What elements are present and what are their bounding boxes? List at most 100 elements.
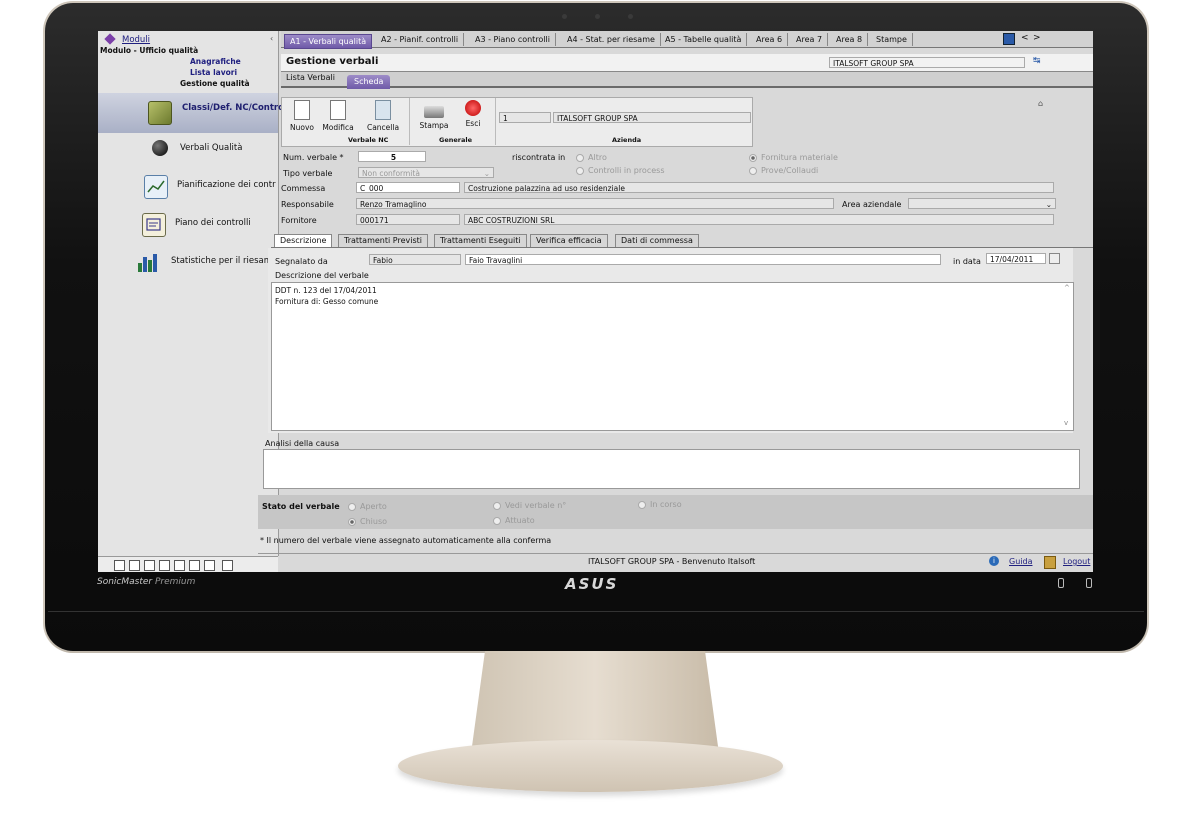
camera-dot: [562, 14, 567, 19]
exit-button[interactable]: Esci: [455, 100, 491, 128]
help-icon: i: [989, 556, 999, 566]
new-button[interactable]: Nuovo: [284, 100, 320, 132]
sidebar-item-label: Verbali Qualità: [180, 143, 243, 153]
sidebar-link-lista-lavori[interactable]: Lista lavori: [190, 68, 237, 77]
trash-icon: [375, 100, 391, 120]
divider: [409, 98, 410, 145]
radio-attuato[interactable]: Attuato: [493, 516, 535, 525]
tab-verifica-efficacia[interactable]: Verifica efficacia: [530, 234, 608, 247]
sidebar-section: Gestione qualità: [180, 79, 250, 88]
tab-a4[interactable]: A4 - Stat. per riesame: [562, 33, 661, 46]
sidebar-title[interactable]: Moduli: [122, 35, 150, 45]
divider: [495, 98, 496, 145]
radio-in-corso[interactable]: In corso: [638, 500, 682, 509]
radio-icon: [576, 153, 584, 162]
calendar-icon[interactable]: [1049, 253, 1060, 264]
taskbar-slot[interactable]: [204, 560, 215, 571]
tab-descrizione[interactable]: Descrizione: [274, 234, 333, 247]
sidebar-item-pianificazione[interactable]: Pianificazione dei contr: [98, 171, 278, 207]
save-icon[interactable]: [1003, 33, 1015, 45]
tab-dati-commessa[interactable]: Dati di commessa: [615, 234, 699, 247]
taskbar-slot[interactable]: [159, 560, 170, 571]
commessa-label: Commessa: [281, 184, 326, 193]
tab-trattamenti-eseguiti[interactable]: Trattamenti Eseguiti: [434, 234, 527, 247]
azienda-code-field[interactable]: 1: [499, 112, 551, 123]
view-tabs: Lista Verbali Scheda: [281, 72, 1093, 89]
page-header: Gestione verbali ITALSOFT GROUP SPA ↹: [281, 54, 1093, 72]
radio-icon: [638, 500, 646, 509]
collapse-ribbon-icon[interactable]: ⌂: [1038, 99, 1043, 108]
logout-link[interactable]: Logout: [1063, 557, 1090, 566]
nav-next-button[interactable]: >: [1033, 33, 1041, 43]
radio-vedi-verbale[interactable]: Vedi verbale n°: [493, 501, 566, 510]
sensor-icon: [1086, 578, 1092, 588]
azienda-name-field[interactable]: ITALSOFT GROUP SPA: [553, 112, 751, 123]
radio-altro[interactable]: Altro: [576, 153, 607, 162]
tab-trattamenti-previsti[interactable]: Trattamenti Previsti: [338, 234, 428, 247]
sidebar-item-label: Pianificazione dei contr: [177, 180, 276, 190]
status-bar: ITALSOFT GROUP SPA - Benvenuto Italsoft …: [258, 553, 1093, 572]
tab-lista-verbali[interactable]: Lista Verbali: [286, 73, 335, 82]
fornitore-code-field[interactable]: 000171: [356, 214, 460, 225]
radio-chiuso[interactable]: Chiuso: [348, 517, 387, 526]
print-button[interactable]: Stampa: [416, 100, 452, 130]
chin-divider: [48, 611, 1144, 612]
segnalato-code-field[interactable]: Fabio: [369, 254, 461, 265]
tab-area6[interactable]: Area 6: [751, 33, 789, 46]
divider: [258, 553, 1093, 554]
sidebar-item-statistiche[interactable]: Statistiche per il riesam: [98, 247, 278, 283]
taskbar-slot[interactable]: [144, 560, 155, 571]
radio-icon: [493, 501, 501, 510]
collapse-icon[interactable]: ‹: [270, 34, 273, 43]
responsabile-field[interactable]: Renzo Tramaglino: [356, 198, 834, 209]
close-icon: [465, 100, 481, 116]
date-field[interactable]: 17/04/2011: [986, 253, 1046, 264]
stato-label: Stato del verbale: [262, 502, 340, 511]
data-label: in data: [953, 257, 981, 266]
radio-aperto[interactable]: Aperto: [348, 502, 387, 511]
help-link[interactable]: Guida: [1009, 557, 1032, 566]
taskbar-slot[interactable]: [222, 560, 233, 571]
edit-button[interactable]: Modifica: [320, 100, 356, 132]
responsabile-label: Responsabile: [281, 200, 334, 209]
num-verbale-field[interactable]: 5: [358, 151, 426, 162]
tab-area7[interactable]: Area 7: [791, 33, 829, 46]
radio-fornitura[interactable]: Fornitura materiale: [749, 153, 838, 162]
tipo-verbale-select[interactable]: Non conformità ⌄: [358, 167, 494, 178]
taskbar-slot[interactable]: [174, 560, 185, 571]
tab-a3[interactable]: A3 - Piano controlli: [470, 33, 556, 46]
radio-prove[interactable]: Prove/Collaudi: [749, 166, 818, 175]
sidebar-item-classi[interactable]: Classi/Def. NC/Controlli: [98, 93, 293, 133]
sidebar-item-label: Piano dei controlli: [175, 218, 251, 228]
taskbar-slot[interactable]: [189, 560, 200, 571]
radio-controlli[interactable]: Controlli in process: [576, 166, 664, 175]
sonicmaster-label: SonicMaster Premium: [97, 577, 196, 587]
sidebar-link-anagrafiche[interactable]: Anagrafiche: [190, 57, 241, 66]
taskbar-slot[interactable]: [129, 560, 140, 571]
scroll-up-icon[interactable]: ^: [1064, 284, 1070, 292]
sidebar-item-verbali[interactable]: Verbali Qualità: [98, 133, 278, 169]
sidebar-item-label: Statistiche per il riesam: [171, 256, 272, 266]
tab-scheda[interactable]: Scheda: [347, 75, 391, 89]
nav-prev-button[interactable]: <: [1021, 33, 1029, 43]
delete-button[interactable]: Cancella: [365, 100, 401, 132]
scroll-down-icon[interactable]: v: [1064, 419, 1068, 427]
radio-icon: [493, 516, 501, 525]
riscontrata-label: riscontrata in: [512, 153, 566, 162]
planning-chart-icon: [144, 175, 168, 199]
tab-a2[interactable]: A2 - Pianif. controlli: [376, 33, 465, 46]
taskbar-slot[interactable]: [114, 560, 125, 571]
analisi-textarea[interactable]: [263, 449, 1080, 489]
tab-a1[interactable]: A1 - Verbali qualità: [284, 34, 373, 49]
tab-area8[interactable]: Area 8: [831, 33, 869, 46]
tab-a5[interactable]: A5 - Tabelle qualità: [660, 33, 748, 46]
refresh-icon[interactable]: ↹: [1033, 56, 1041, 66]
area-aziendale-select[interactable]: ⌄: [908, 198, 1056, 209]
radio-icon: [348, 517, 356, 526]
tab-stampe[interactable]: Stampe: [871, 33, 913, 46]
descrizione-textarea[interactable]: DDT n. 123 del 17/04/2011 Fornitura di: …: [271, 282, 1074, 431]
power-led-icon: [1058, 578, 1064, 588]
camera-dot: [628, 14, 633, 19]
commessa-code-field[interactable]: C_000: [356, 182, 460, 193]
sidebar-item-piano[interactable]: Piano dei controlli: [98, 209, 278, 245]
